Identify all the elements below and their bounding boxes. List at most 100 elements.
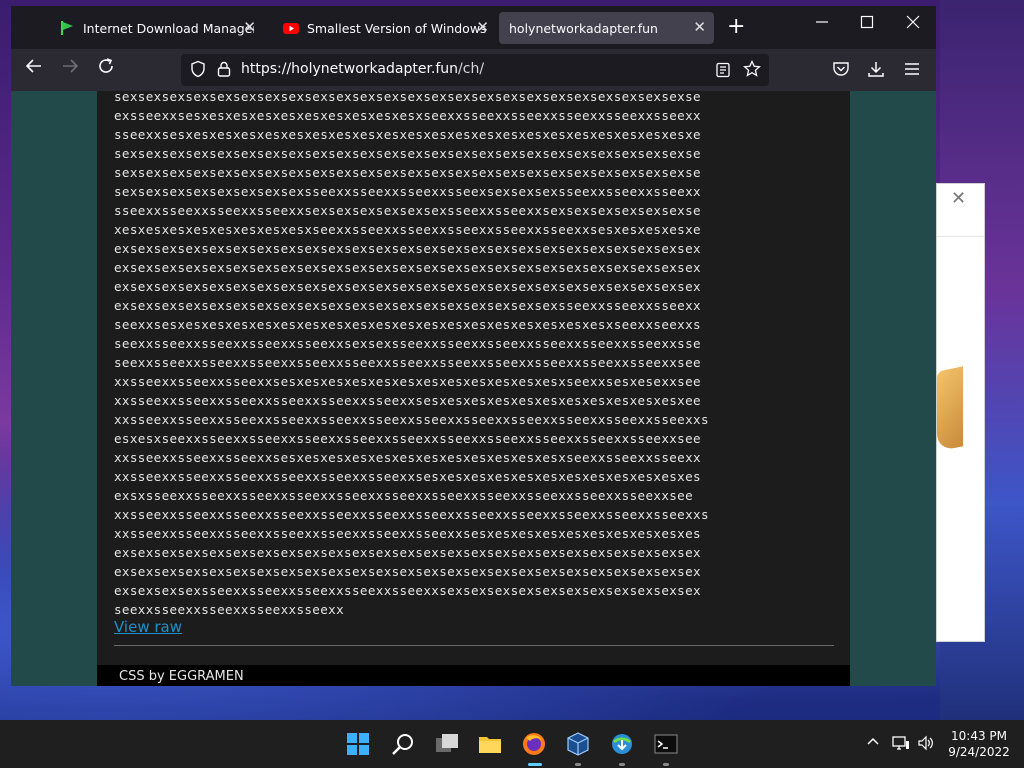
- firefox-icon[interactable]: [522, 732, 546, 756]
- terminal-icon[interactable]: [654, 732, 678, 756]
- text-line: sexsexsexsexsexsexsexsexsexsexsexsexsexs…: [114, 91, 701, 104]
- tab-youtube[interactable]: Smallest Version of Windows 11 I ✕: [273, 12, 497, 44]
- text-line: exsexsexsexsexsexsexsexsexsexsexsexsexse…: [114, 279, 701, 294]
- minimize-button[interactable]: [815, 14, 829, 33]
- text-line: xxsseexxsseexxsseexxsseexxsseexxsseexxse…: [114, 393, 701, 408]
- text-line: xxsseexxsseexxsseexxsseexxsseexxsseexxse…: [114, 469, 701, 484]
- task-view-icon[interactable]: [435, 732, 459, 756]
- file-explorer-icon[interactable]: [478, 732, 502, 756]
- tab-active[interactable]: holynetworkadapter.fun ✕: [499, 12, 714, 44]
- reader-view-icon: [716, 62, 730, 78]
- bookmark-button[interactable]: [743, 59, 761, 85]
- tracking-shield-icon[interactable]: [189, 60, 207, 78]
- forward-button[interactable]: [61, 57, 79, 82]
- text-line: esxesxseexxsseexxsseexxsseexxsseexxsseex…: [114, 431, 701, 446]
- reload-button[interactable]: [97, 57, 115, 82]
- text-line: exsexsexsexsexsexsexsexsexsexsexsexsexse…: [114, 564, 701, 579]
- text-line: seexxsesxesxesxesxesxesxesxesxesxesxesxe…: [114, 317, 701, 332]
- popup-box-graphic: [937, 366, 963, 452]
- pocket-icon: [833, 62, 849, 76]
- volume-icon[interactable]: [917, 735, 935, 751]
- text-line: xxsseexxsseexxsseexxsseexxsseexxsseexxss…: [114, 526, 701, 541]
- chevron-up-icon[interactable]: [866, 735, 880, 749]
- downloads-button[interactable]: [867, 60, 885, 85]
- text-line: sexsexsexsexsexsexsexsexsseexxsseexxssee…: [114, 184, 701, 199]
- tab-label: Smallest Version of Windows 11 I: [307, 20, 487, 36]
- page-footer: CSS by EGGRAMEN: [97, 665, 850, 686]
- clock-date: 9/24/2022: [948, 745, 1010, 759]
- close-icon[interactable]: ✕: [243, 18, 256, 36]
- idm-flag-icon: [61, 21, 73, 35]
- text-line: sexsexsexsexsexsexsexsexsexsexsexsexsexs…: [114, 165, 701, 180]
- background-popup-window: ✕: [936, 183, 985, 642]
- text-line: exsexsexsexsexsexsexsexsexsexsexsexsexse…: [114, 241, 701, 256]
- url-path: /ch/: [458, 61, 485, 77]
- text-line: exsxsseexxsseexxsseexxsseexxsseexxsseexx…: [114, 488, 694, 503]
- star-icon: [743, 59, 761, 77]
- text-line: exsexsexsexsexsexsexsexsexsexsexsexsexse…: [114, 545, 701, 560]
- virtualbox-icon[interactable]: [566, 732, 590, 756]
- lock-icon[interactable]: [215, 60, 233, 78]
- start-icon[interactable]: [346, 732, 370, 756]
- text-line: exsexsexsexsexsexsexsexsexsexsexsexsexse…: [114, 298, 701, 313]
- text-line: seexxsseexxsseexxsseexxsseexx: [114, 602, 345, 617]
- back-arrow-icon: [25, 59, 41, 73]
- search-icon[interactable]: [391, 732, 415, 756]
- close-icon: [906, 15, 920, 29]
- tab-label: holynetworkadapter.fun: [509, 20, 658, 36]
- forward-arrow-icon: [63, 59, 79, 73]
- clock-time: 10:43 PM: [951, 729, 1007, 743]
- taskbar: 10:43 PM 9/24/2022: [0, 720, 1024, 768]
- text-line: seexxsseexxsseexxsseexxsseexxsexsexsseex…: [114, 336, 701, 351]
- text-body: sexsexsexsexsexsexsexsexsexsexsexsexsexs…: [114, 91, 834, 619]
- text-line: sseexxsseexxsseexxsseexxsexsexsexsexsexs…: [114, 203, 701, 218]
- running-app-indicator: [663, 763, 669, 766]
- page-content: sexsexsexsexsexsexsexsexsexsexsexsexsexs…: [11, 91, 936, 686]
- reload-icon: [99, 58, 113, 73]
- popup-divider: [937, 236, 984, 237]
- running-app-indicator: [575, 763, 581, 766]
- text-line: exsseexxsesxesxesxesxesxesxesxesxesxesxs…: [114, 108, 701, 123]
- footer-credit: CSS by EGGRAMEN: [119, 669, 244, 684]
- reader-view-button[interactable]: [715, 61, 731, 85]
- text-line: xxsseexxsseexxsseexxsesxesxesxesxesxesxe…: [114, 374, 701, 389]
- download-icon: [868, 62, 884, 77]
- text-line: exsexsexsexsexsexsexsexsexsexsexsexsexse…: [114, 260, 701, 275]
- navigation-bar: https://holynetworkadapter.fun/ch/: [11, 49, 936, 91]
- network-icon[interactable]: [892, 735, 910, 751]
- maximize-icon: [860, 15, 874, 29]
- system-clock[interactable]: 10:43 PM 9/24/2022: [944, 728, 1014, 760]
- url-text[interactable]: https://holynetworkadapter.fun/ch/: [241, 61, 484, 77]
- text-line: xxsseexxsseexxsseexxsseexxsseexxsseexxss…: [114, 412, 709, 427]
- hamburger-menu-icon: [905, 63, 919, 75]
- view-raw-link[interactable]: View raw: [114, 618, 182, 636]
- text-line: xxsseexxsseexxsseexxsesxesxesxesxesxesxe…: [114, 450, 701, 465]
- active-app-indicator: [528, 763, 542, 766]
- menu-button[interactable]: [903, 60, 921, 85]
- text-line: sseexxsesxesxesxesxesxesxesxesxesxesxesx…: [114, 127, 701, 142]
- maximize-button[interactable]: [860, 14, 874, 33]
- tab-bar: Internet Download Manager: Th ✕ Smallest…: [11, 6, 936, 49]
- pocket-button[interactable]: [832, 60, 850, 85]
- running-app-indicator: [619, 763, 625, 766]
- close-icon[interactable]: ✕: [693, 18, 706, 36]
- text-line: seexxsseexxsseexxsseexxsseexxsseexxsseex…: [114, 355, 701, 370]
- idm-icon[interactable]: [610, 732, 634, 756]
- text-line: xesxesxesxesxesxesxesxesxseexxsseexxssee…: [114, 222, 701, 237]
- divider: [114, 645, 834, 646]
- minimize-icon: [816, 21, 828, 23]
- close-window-button[interactable]: [906, 14, 920, 33]
- browser-window: Internet Download Manager: Th ✕ Smallest…: [11, 6, 936, 686]
- youtube-icon: [283, 23, 299, 34]
- back-button[interactable]: [25, 57, 43, 82]
- tab-label: Internet Download Manager: Th: [83, 20, 254, 36]
- text-line: xxsseexxsseexxsseexxsseexxsseexxsseexxss…: [114, 507, 709, 522]
- text-line: sexsexsexsexsexsexsexsexsexsexsexsexsexs…: [114, 146, 701, 161]
- close-icon[interactable]: ✕: [476, 18, 489, 36]
- new-tab-button[interactable]: +: [727, 15, 745, 39]
- url-bar[interactable]: https://holynetworkadapter.fun/ch/: [181, 54, 769, 86]
- tab-idm[interactable]: Internet Download Manager: Th ✕: [49, 12, 264, 44]
- text-line: exsexsexsexsseexxsseexxsseexxsseexxsseex…: [114, 583, 701, 598]
- url-host: https://holynetworkadapter.fun: [241, 61, 459, 77]
- close-icon[interactable]: ✕: [951, 188, 966, 209]
